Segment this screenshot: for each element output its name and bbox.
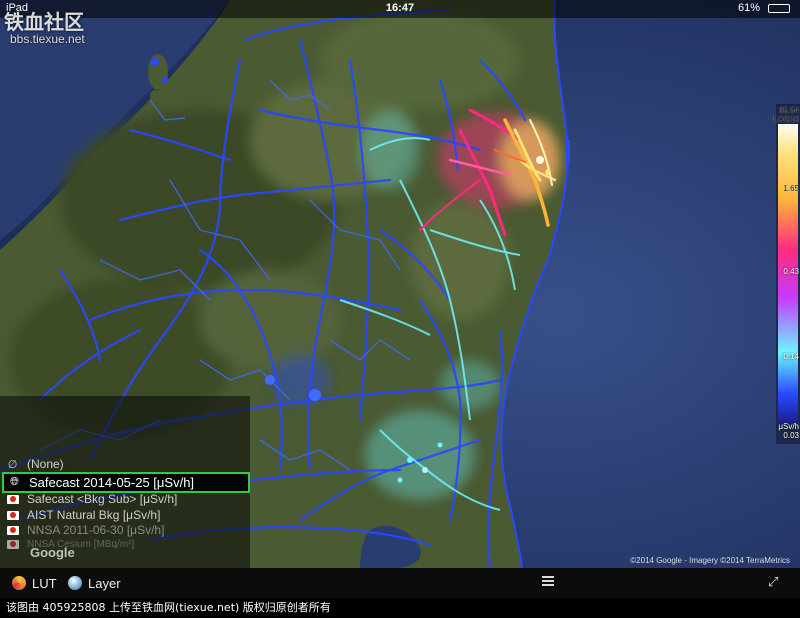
layer-item-none[interactable]: ∅ (None): [6, 456, 64, 472]
layer-item-label: (None): [27, 457, 64, 471]
japan-flag-icon: [6, 509, 19, 522]
status-bar: iPad 16:47 61%: [0, 0, 800, 18]
japan-flag-icon: [6, 493, 19, 506]
legend-max-label: 65.54: [778, 106, 799, 115]
layer-label: Layer: [88, 575, 121, 591]
map-attribution: ©2014 Google - Imagery ©2014 TerraMetric…: [630, 556, 790, 565]
clock: 16:47: [385, 2, 415, 14]
image-credit-footer: 该图由 405925808 上传至铁血网(tiexue.net) 版权归原创者所…: [0, 598, 800, 618]
legend-unit: μSv/h: [778, 422, 799, 431]
awashima-island: [150, 90, 160, 102]
bottom-toolbar: LUT Layer: [0, 568, 800, 598]
layer-item-label: Safecast 2014-05-25 [μSv/h]: [29, 475, 195, 490]
globe-icon: [68, 576, 82, 590]
lut-button[interactable]: LUT: [12, 574, 57, 592]
tiexue-logo: 铁血社区: [4, 10, 84, 34]
lut-label: LUT: [32, 575, 57, 591]
expand-icon[interactable]: ⤢: [768, 574, 782, 589]
legend-label-2: 0.43: [783, 267, 799, 276]
tiexue-url: bbs.tiexue.net: [10, 32, 85, 46]
legend-scale-type: LOG10: [773, 115, 799, 124]
layer-item-safecast-bkg-sub[interactable]: Safecast <Bkg Sub> [μSv/h]: [6, 491, 177, 507]
google-logo: Google: [30, 545, 75, 560]
legend-label-1: 1.65: [783, 184, 799, 193]
none-icon: ∅: [7, 458, 18, 471]
layer-item-aist[interactable]: AIST Natural Bkg [μSv/h]: [6, 507, 160, 523]
reactor-site-marker: [566, 140, 570, 164]
lut-icon: [12, 576, 26, 590]
japan-flag-icon: [6, 538, 19, 551]
layer-item-label: Safecast <Bkg Sub> [μSv/h]: [27, 492, 178, 506]
legend-label-3: 0.14: [783, 352, 799, 361]
layer-item-safecast-selected[interactable]: 🌐︎ Safecast 2014-05-25 [μSv/h]: [2, 472, 250, 493]
color-scale-legend: 65.54 LOG10 1.65 0.43 0.14 μSv/h 0.03: [773, 104, 800, 444]
japan-flag-icon: [6, 524, 19, 537]
battery-icon: [768, 4, 790, 13]
layer-item-label: NNSA 2011-06-30 [μSv/h]: [27, 523, 165, 537]
legend-min-label: 0.03: [783, 431, 799, 440]
list-icon[interactable]: [542, 576, 554, 586]
battery-percentage: 61%: [737, 2, 760, 14]
layer-item-label: AIST Natural Bkg [μSv/h]: [27, 508, 161, 522]
layer-menu: ∅ (None) 🌐︎ Safecast 2014-05-25 [μSv/h] …: [0, 396, 250, 568]
globe-icon: 🌐︎: [10, 476, 19, 488]
layer-button[interactable]: Layer: [68, 574, 121, 592]
